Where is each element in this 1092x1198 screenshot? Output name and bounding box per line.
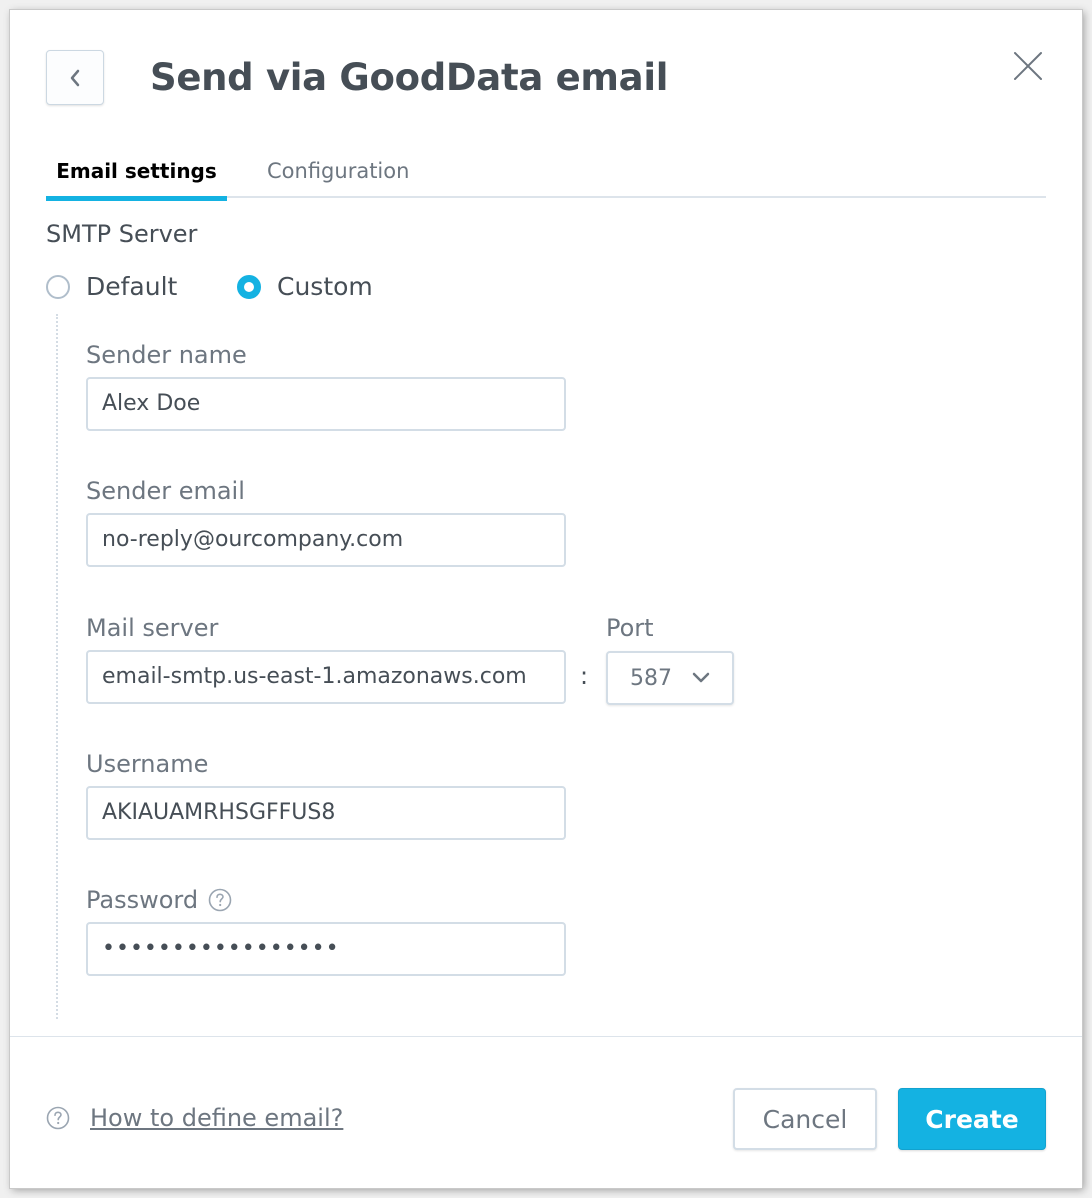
radio-checked-icon: [237, 274, 261, 299]
dialog-title: Send via GoodData email: [150, 56, 669, 99]
radio-custom[interactable]: Custom: [237, 272, 373, 301]
footer-divider: [10, 1036, 1082, 1037]
port-label: Port: [606, 614, 654, 642]
mail-server-input[interactable]: email-smtp.us-east-1.amazonaws.com: [86, 650, 566, 704]
custom-section-guide-line: [56, 314, 58, 1019]
tab-email-settings[interactable]: Email settings: [46, 156, 227, 201]
username-label: Username: [86, 750, 209, 778]
password-label-row: Password: [86, 886, 232, 914]
how-to-define-email-link[interactable]: How to define email?: [90, 1104, 343, 1132]
host-port-separator: :: [580, 662, 589, 690]
password-input[interactable]: •••••••••••••••••: [86, 922, 566, 976]
send-email-dialog: Send via GoodData email Email settings C…: [10, 10, 1082, 1188]
radio-custom-label: Custom: [277, 272, 373, 301]
sender-email-label: Sender email: [86, 477, 245, 505]
port-select[interactable]: 587: [606, 651, 734, 705]
radio-default[interactable]: Default: [46, 272, 177, 301]
radio-default-label: Default: [86, 272, 178, 301]
port-value: 587: [630, 665, 672, 691]
close-icon: [1014, 52, 1042, 80]
question-circle-icon[interactable]: [208, 888, 232, 912]
close-button[interactable]: [1008, 46, 1048, 86]
chevron-down-icon: [692, 672, 710, 684]
smtp-server-label: SMTP Server: [46, 220, 198, 248]
sender-email-input[interactable]: no-reply@ourcompany.com: [86, 513, 566, 567]
username-input[interactable]: AKIAUAMRHSGFFUS8: [86, 786, 566, 840]
create-button[interactable]: Create: [898, 1088, 1046, 1150]
chevron-left-icon: [70, 69, 80, 86]
password-label: Password: [86, 886, 199, 914]
tab-bar: Email settings Configuration: [46, 150, 1046, 201]
question-circle-icon: [46, 1106, 70, 1130]
sender-name-input[interactable]: Alex Doe: [86, 377, 566, 431]
mail-server-label: Mail server: [86, 614, 219, 642]
back-button[interactable]: [46, 50, 104, 105]
cancel-button[interactable]: Cancel: [733, 1088, 877, 1150]
sender-name-label: Sender name: [86, 341, 247, 369]
tab-configuration[interactable]: Configuration: [267, 156, 409, 186]
radio-unchecked-icon: [46, 274, 70, 299]
help-link-row: How to define email?: [46, 1104, 343, 1132]
